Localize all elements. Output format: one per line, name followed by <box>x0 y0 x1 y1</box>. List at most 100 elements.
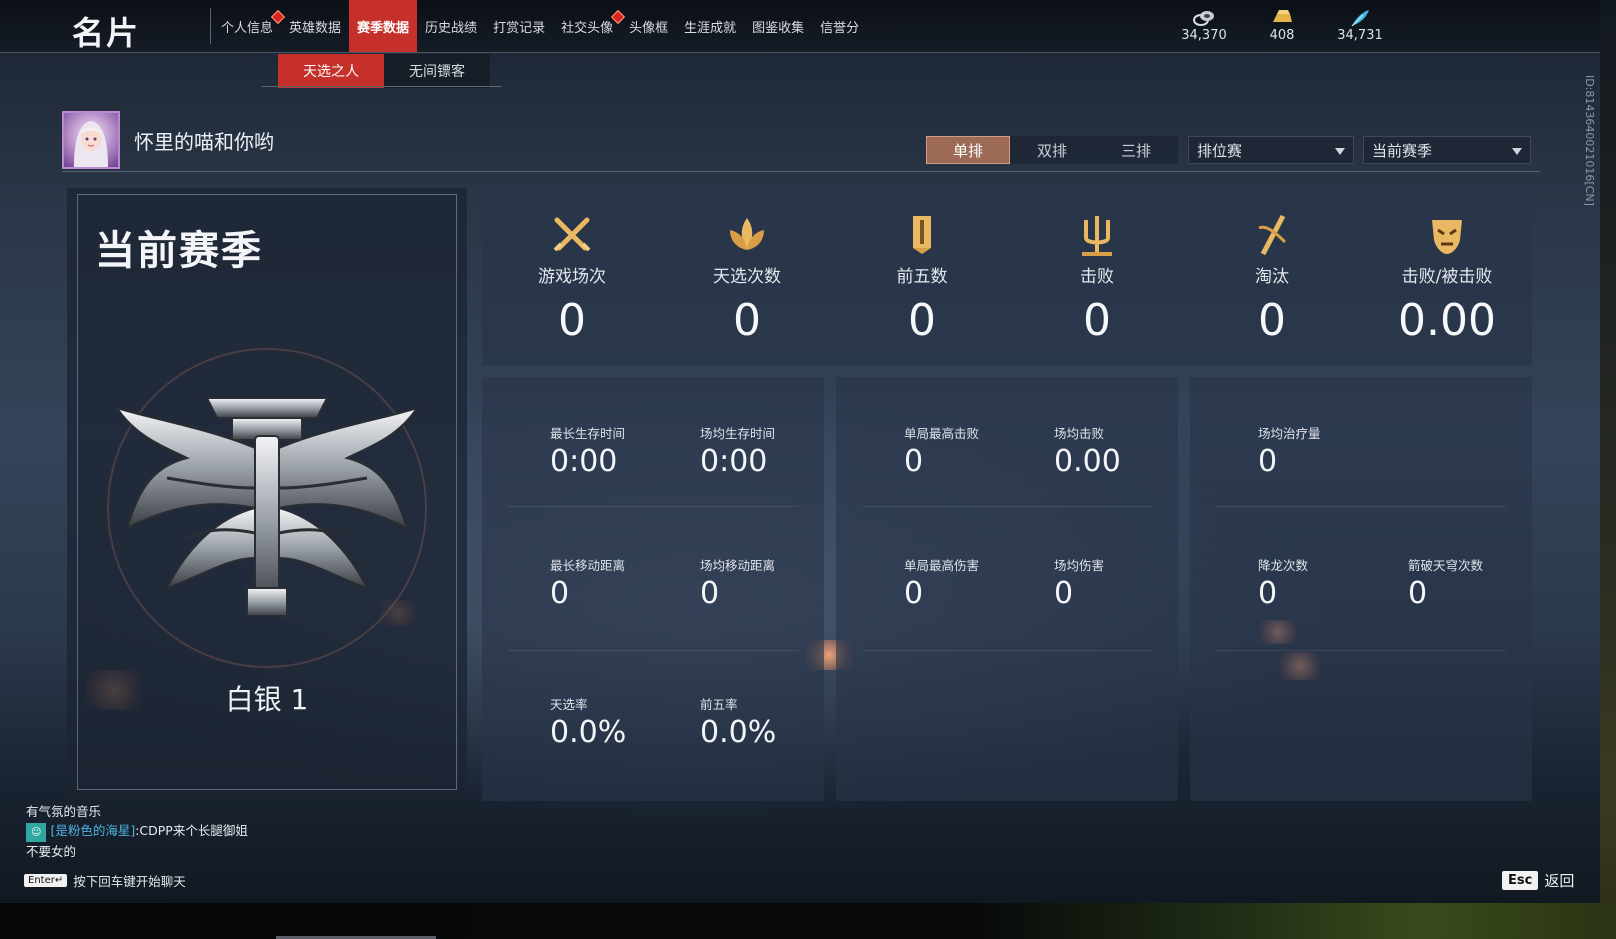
row-divider <box>508 506 798 507</box>
stat-value: 0.00 <box>1054 444 1121 479</box>
stat-avg-damage: 场均伤害 0 <box>1054 555 1104 611</box>
tab-label: 图鉴收集 <box>752 20 805 36</box>
crossed-swords-icon <box>553 217 591 252</box>
stat-max-kills: 单局最高击败 0 <box>904 423 979 479</box>
stat-label: 击败/被击败 <box>1401 267 1493 287</box>
tab-label: 打赏记录 <box>493 20 546 36</box>
subtab-escort[interactable]: 无间镖客 <box>384 54 490 88</box>
tab-credit-score[interactable]: 信誉分 <box>812 0 867 52</box>
currency-value: 34,731 <box>1337 28 1383 43</box>
stat-label: 击败 <box>1080 267 1114 287</box>
rank-card: 当前赛季 白银 1 <box>67 188 467 800</box>
back-label: 返回 <box>1544 872 1575 890</box>
season-label: 当前赛季 <box>95 228 263 274</box>
stat-kills: 击败 0 <box>1017 212 1177 346</box>
row-divider <box>862 506 1152 507</box>
mode-subnav: 天选之人 无间镖客 <box>278 54 490 88</box>
enter-key-icon: Enter↵ <box>24 874 68 887</box>
season-select[interactable]: 当前赛季 <box>1363 136 1531 164</box>
tab-achievements[interactable]: 生涯成就 <box>676 0 744 52</box>
tab-label: 头像框 <box>629 20 669 36</box>
currency-feather[interactable]: 34,731 <box>1336 8 1384 43</box>
rank-name: 白银 1 <box>225 683 309 716</box>
tab-label: 生涯成就 <box>684 20 737 36</box>
stat-value: 0 <box>904 576 924 611</box>
tab-avatar-frame[interactable]: 头像框 <box>621 0 676 52</box>
tab-tip-records[interactable]: 打赏记录 <box>485 0 553 52</box>
tab-social-avatar[interactable]: 社交头像 <box>553 0 626 52</box>
chevron-down-icon <box>1512 148 1522 155</box>
stat-value: 0 <box>1258 444 1278 479</box>
subtab-chosen-one[interactable]: 天选之人 <box>278 54 384 88</box>
stat-avg-move: 场均移动距离 0 <box>700 555 775 611</box>
page-title: 名片 <box>72 14 141 52</box>
tab-season-data[interactable]: 赛季数据 <box>349 0 418 52</box>
stat-value: 0:00 <box>550 444 618 479</box>
avatar-portrait-icon <box>74 121 108 167</box>
currency-coins[interactable]: 34,370 <box>1180 8 1228 43</box>
tab-collection[interactable]: 图鉴收集 <box>744 0 812 52</box>
stat-label: 游戏场次 <box>538 267 606 287</box>
stat-value: 0 <box>1258 576 1278 611</box>
stat-value: 0 <box>1083 295 1111 346</box>
queue-mode-tabs: 单排 双排 三排 <box>926 136 1178 164</box>
back-button[interactable]: Esc 返回 <box>1502 870 1574 891</box>
chat-line: 有气氛的音乐 <box>26 804 102 819</box>
tab-profile-info[interactable]: 个人信息 <box>213 0 286 52</box>
game-screen: 名片 个人信息 英雄数据 赛季数据 历史战绩 打赏记录 社交头像 头像框 生涯成… <box>0 0 1600 903</box>
tab-solo[interactable]: 单排 <box>926 136 1010 164</box>
stat-chosen-count: 天选次数 0 <box>667 212 827 346</box>
stat-label: 淘汰 <box>1255 267 1289 287</box>
lotus-icon <box>730 218 764 250</box>
match-type-select[interactable]: 排位赛 <box>1188 136 1354 164</box>
stat-value: 0 <box>700 576 720 611</box>
survival-stats-panel: 最长生存时间 0:00 场均生存时间 0:00 最长移动距离 0 场均移动距离 … <box>482 377 824 801</box>
currency-value: 34,370 <box>1181 28 1227 43</box>
stat-label: 场均伤害 <box>1054 558 1105 573</box>
row-divider <box>508 650 798 651</box>
tab-match-history[interactable]: 历史战绩 <box>417 0 485 52</box>
tab-hero-data[interactable]: 英雄数据 <box>281 0 349 52</box>
tab-trio[interactable]: 三排 <box>1094 136 1178 164</box>
mask-icon <box>1432 220 1462 254</box>
tab-label: 个人信息 <box>221 20 274 36</box>
stat-value: 0.0% <box>550 715 627 750</box>
esc-key-icon: Esc <box>1502 871 1539 890</box>
summary-stats: 游戏场次 0 天选次数 0 前五数 0 击败 0 淘汰 0 击败/被击败 0.0… <box>482 188 1532 366</box>
slash-icon <box>1258 214 1287 256</box>
subnav-divider <box>262 86 502 87</box>
stat-dragon-count: 降龙次数 0 <box>1258 555 1308 611</box>
select-value: 排位赛 <box>1197 141 1243 160</box>
avatar[interactable] <box>62 111 120 169</box>
profile-divider <box>62 171 1540 172</box>
stat-value: 0 <box>908 295 936 346</box>
stat-value: 0 <box>1054 576 1074 611</box>
stat-label: 箭破天穹次数 <box>1408 558 1484 573</box>
chat-input-hint[interactable]: Enter↵ 按下回车键开始聊天 <box>24 871 186 890</box>
tab-label: 历史战绩 <box>425 20 478 36</box>
stat-value: 0 <box>1258 295 1286 346</box>
stat-label: 单局最高伤害 <box>904 558 980 573</box>
stat-value: 0.0% <box>700 715 777 750</box>
stat-eliminations: 淘汰 0 <box>1192 212 1352 346</box>
stat-label: 场均治疗量 <box>1258 426 1321 441</box>
chat-sender-name[interactable]: [是粉色的海星] <box>50 823 135 838</box>
stat-label: 最长移动距离 <box>550 558 626 573</box>
tab-duo[interactable]: 双排 <box>1010 136 1094 164</box>
stat-label: 天选次数 <box>713 267 781 287</box>
currency-value: 408 <box>1269 28 1295 43</box>
stat-label: 场均生存时间 <box>700 426 776 441</box>
player-name: 怀里的喵和你哟 <box>134 130 274 154</box>
currency-gold[interactable]: 408 <box>1258 8 1306 43</box>
stat-value: 0 <box>558 295 586 346</box>
trident-icon <box>1082 216 1112 256</box>
stat-label: 单局最高击败 <box>904 426 980 441</box>
tab-label: 社交头像 <box>561 20 614 36</box>
stat-games-played: 游戏场次 0 <box>492 212 652 346</box>
row-divider <box>862 650 1152 651</box>
stat-top5-rate: 前五率 0.0% <box>700 694 776 750</box>
stat-avg-kills: 场均击败 0.00 <box>1054 423 1121 479</box>
feather-icon <box>1351 10 1369 27</box>
window-edge <box>1600 0 1616 939</box>
stat-value: 0 <box>733 295 761 346</box>
